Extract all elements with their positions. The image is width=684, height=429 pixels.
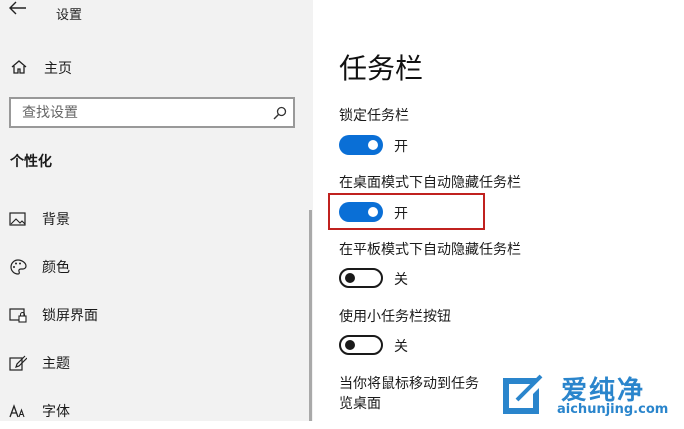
back-arrow-icon[interactable] — [9, 0, 27, 15]
sidebar-item-label: 颜色 — [42, 260, 70, 276]
sidebar: 设置 主页 个性化 背景 颜色 锁屏界面 主题 — [0, 0, 313, 421]
main-panel: 任务栏 锁定任务栏 开 在桌面模式下自动隐藏任务栏 开 在平板模式下自动隐藏任务… — [313, 0, 684, 421]
search-box[interactable] — [9, 97, 295, 128]
title-bar: 设置 — [0, 0, 313, 28]
toggle-small-buttons[interactable] — [339, 335, 383, 355]
toggle-state-text: 关 — [394, 339, 408, 355]
sidebar-item-themes[interactable]: 主题 — [0, 345, 300, 381]
picture-icon — [9, 211, 27, 227]
sidebar-scrollbar[interactable] — [309, 210, 312, 421]
watermark-logo-icon — [499, 372, 547, 418]
watermark-url: aichunjing.com — [557, 402, 669, 417]
toggle-autohide-tablet[interactable] — [339, 268, 383, 288]
sidebar-item-label: 字体 — [42, 404, 70, 420]
highlight-box — [328, 193, 485, 230]
palette-icon — [9, 259, 27, 275]
sidebar-item-lock-screen[interactable]: 锁屏界面 — [0, 297, 300, 333]
lock-screen-icon — [9, 307, 27, 323]
page-title: 任务栏 — [339, 52, 424, 85]
peek-description-line1: 当你将鼠标移动到任务 — [339, 376, 479, 392]
watermark: 爱纯净 aichunjing.com — [491, 370, 684, 421]
font-icon — [9, 403, 27, 419]
sidebar-item-label: 主题 — [42, 356, 70, 372]
sidebar-item-label: 锁屏界面 — [42, 308, 98, 324]
theme-brush-icon — [9, 355, 28, 371]
app-title: 设置 — [56, 8, 83, 23]
sidebar-item-home[interactable]: 主页 — [0, 52, 313, 82]
sidebar-item-background[interactable]: 背景 — [0, 201, 300, 237]
sidebar-item-colors[interactable]: 颜色 — [0, 249, 300, 285]
sidebar-item-label: 背景 — [42, 212, 70, 228]
sidebar-item-fonts[interactable]: 字体 — [0, 393, 300, 429]
toggle-lock-taskbar[interactable] — [339, 135, 383, 155]
peek-description: 当你将鼠标移动到任务 览桌面 — [339, 374, 514, 414]
home-icon — [11, 59, 27, 75]
toggle-state-text: 开 — [394, 139, 408, 155]
setting-label-autohide-desktop: 在桌面模式下自动隐藏任务栏 — [339, 175, 521, 191]
home-label: 主页 — [44, 61, 72, 77]
search-icon[interactable] — [273, 105, 287, 120]
toggle-knob — [345, 340, 355, 350]
toggle-knob — [368, 140, 378, 150]
peek-description-line2: 览桌面 — [339, 396, 381, 412]
setting-label-small-buttons: 使用小任务栏按钮 — [339, 309, 451, 325]
setting-label-lock-taskbar: 锁定任务栏 — [339, 108, 409, 124]
toggle-knob — [345, 273, 355, 283]
search-input[interactable] — [11, 99, 272, 126]
toggle-state-text: 关 — [394, 272, 408, 288]
section-header-personalization: 个性化 — [10, 154, 52, 170]
setting-label-autohide-tablet: 在平板模式下自动隐藏任务栏 — [339, 242, 521, 258]
